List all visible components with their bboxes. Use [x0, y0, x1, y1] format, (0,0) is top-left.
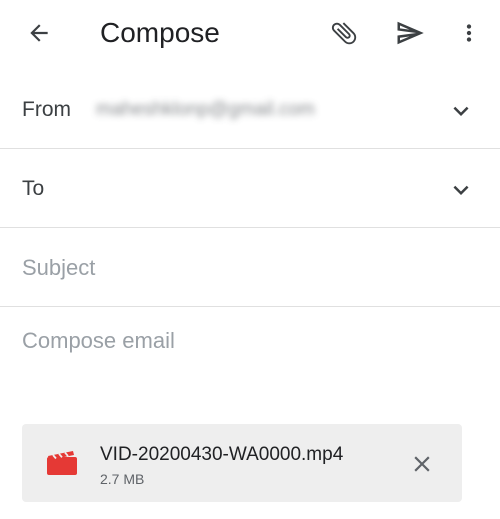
arrow-back-icon[interactable] — [22, 16, 56, 50]
to-label: To — [22, 177, 45, 200]
attachment-size: 2.7 MB — [100, 471, 145, 487]
subject-input[interactable] — [22, 252, 462, 284]
from-row[interactable]: From maheshklonp@gmail.com — [0, 70, 500, 149]
chevron-down-icon[interactable] — [446, 175, 476, 205]
to-row[interactable]: To — [0, 149, 500, 228]
top-app-bar: Compose — [0, 0, 500, 66]
compose-body-input[interactable] — [22, 328, 472, 398]
from-value: maheshklonp@gmail.com — [96, 99, 315, 120]
from-label: From — [22, 98, 71, 121]
chevron-down-icon[interactable] — [446, 96, 476, 126]
send-icon[interactable] — [392, 15, 428, 51]
subject-row — [0, 228, 500, 307]
video-file-icon — [46, 450, 78, 476]
attachment-filename: VID-20200430-WA0000.mp4 — [100, 444, 344, 465]
page-title: Compose — [100, 17, 220, 48]
paperclip-icon[interactable] — [326, 15, 362, 51]
close-icon[interactable] — [406, 448, 438, 480]
attachment-chip[interactable]: VID-20200430-WA0000.mp4 2.7 MB — [22, 424, 462, 502]
more-vert-icon[interactable] — [454, 15, 484, 51]
